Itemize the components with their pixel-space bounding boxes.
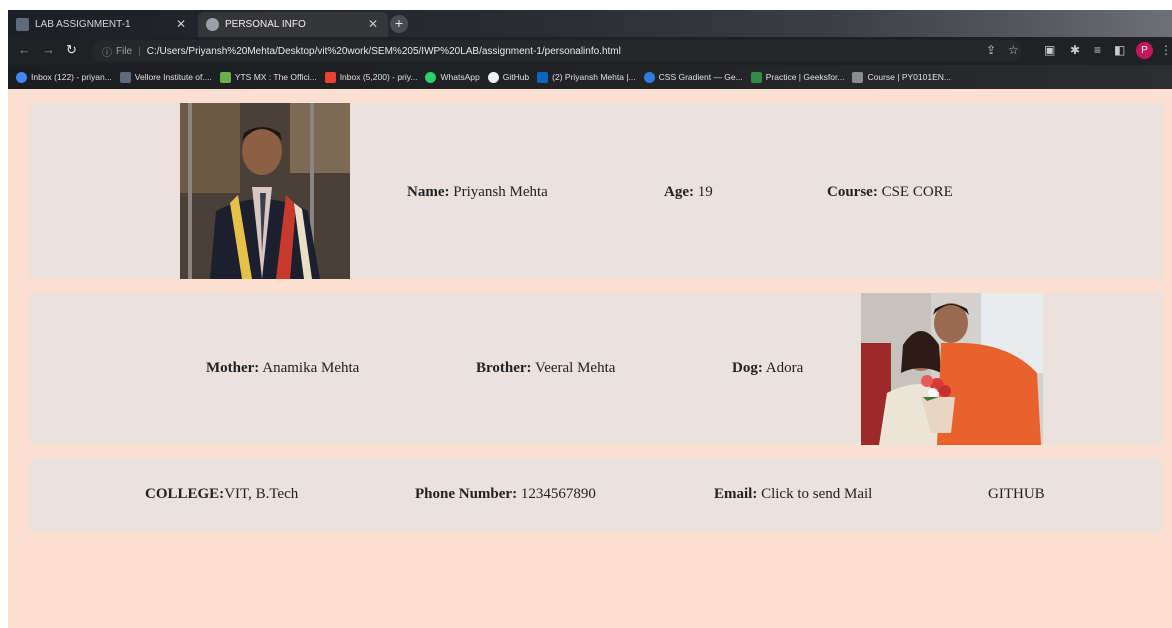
browser-toolbar: ← → ↻ ⓘ File | C:/Users/Priyansh%20Mehta…: [8, 37, 1172, 65]
bookmark-label: (2) Priyansh Mehta |...: [552, 72, 636, 82]
reload-icon[interactable]: ↻: [66, 42, 77, 58]
whatsapp-icon: [425, 71, 437, 83]
bookmark-item[interactable]: (2) Priyansh Mehta |...: [537, 71, 636, 83]
new-tab-button[interactable]: +: [390, 15, 408, 33]
bookmark-favicon-icon: [852, 71, 864, 83]
github-link[interactable]: GITHUB: [988, 486, 1045, 502]
page-content: Name: Priyansh Mehta Age: 19 Course: CSE…: [8, 89, 1172, 628]
bookmark-item[interactable]: YTS MX : The Offici...: [219, 71, 317, 83]
profile-avatar[interactable]: P: [1136, 42, 1153, 59]
bookmark-label: Inbox (5,200) - priy...: [339, 72, 418, 82]
profile-photo: [180, 103, 350, 279]
age-field: Age: 19: [664, 184, 713, 201]
bookmarks-bar: Inbox (122) - priyan... Vellore Institut…: [8, 65, 1172, 89]
name-label: Name:: [407, 184, 450, 200]
close-icon[interactable]: ✕: [176, 17, 186, 31]
mother-field: Mother: Anamika Mehta: [206, 360, 359, 377]
bookmark-item[interactable]: CSS Gradient — Ge...: [643, 71, 743, 83]
family-row: Mother: Anamika Mehta Brother: Veeral Me…: [30, 293, 1162, 445]
dog-label: Dog:: [732, 360, 763, 376]
phone-value: 1234567890: [520, 486, 596, 502]
tab-lab-assignment[interactable]: LAB ASSIGNMENT-1 ✕: [8, 12, 196, 37]
bookmark-label: Practice | Geeksfor...: [765, 72, 845, 82]
email-link[interactable]: Click to send Mail: [761, 486, 872, 502]
contact-row: COLLEGE:VIT, B.Tech Phone Number: 123456…: [30, 458, 1162, 532]
back-arrow-icon[interactable]: ←: [18, 42, 31, 57]
course-field: Course: CSE CORE: [827, 184, 953, 201]
page-favicon-icon: [16, 18, 29, 31]
info-icon[interactable]: ⓘ: [102, 44, 112, 59]
bookmark-star-icon[interactable]: ☆: [1008, 43, 1019, 57]
email-field: Email: Click to send Mail: [714, 486, 872, 503]
geeksforgeeks-icon: [750, 71, 762, 83]
brother-label: Brother:: [476, 360, 532, 376]
side-panel-icon[interactable]: ◧: [1114, 43, 1125, 57]
family-photo-illustration: [861, 293, 1043, 445]
profile-row: Name: Priyansh Mehta Age: 19 Course: CSE…: [30, 103, 1162, 279]
bookmark-item[interactable]: Inbox (5,200) - priy...: [324, 71, 418, 83]
mother-value: Anamika Mehta: [262, 360, 360, 376]
url-separator: |: [138, 45, 141, 57]
bookmark-label: Inbox (122) - priyan...: [31, 72, 112, 82]
bookmark-item[interactable]: Course | PY0101EN...: [852, 71, 951, 83]
extension-icon[interactable]: ▣: [1044, 43, 1055, 57]
forward-arrow-icon[interactable]: →: [42, 42, 55, 57]
phone-field: Phone Number: 1234567890: [415, 486, 596, 503]
linkedin-icon: [537, 71, 549, 83]
bookmark-item[interactable]: GitHub: [487, 71, 530, 83]
tab-bar: LAB ASSIGNMENT-1 ✕ PERSONAL INFO ✕ +: [8, 10, 1172, 37]
profile-photo-illustration: [180, 103, 350, 279]
email-label: Email:: [714, 486, 758, 502]
globe-icon: [206, 18, 219, 31]
github-icon: [487, 71, 499, 83]
brother-value: Veeral Mehta: [535, 360, 616, 376]
college-label: COLLEGE:: [145, 486, 225, 502]
course-label: Course:: [827, 184, 878, 200]
tab-personal-info[interactable]: PERSONAL INFO ✕: [198, 12, 388, 37]
age-value: 19: [697, 184, 713, 200]
bookmark-item[interactable]: WhatsApp: [425, 71, 480, 83]
address-bar[interactable]: ⓘ File | C:/Users/Priyansh%20Mehta/Deskt…: [92, 40, 1022, 62]
phone-label: Phone Number:: [415, 486, 518, 502]
age-label: Age:: [664, 184, 694, 200]
dog-value: Adora: [765, 360, 804, 376]
tab-label: PERSONAL INFO: [225, 19, 306, 30]
puzzle-icon[interactable]: ✱: [1070, 43, 1080, 57]
bookmark-label: CSS Gradient — Ge...: [658, 72, 743, 82]
share-icon[interactable]: ⇪: [986, 43, 996, 57]
bookmark-item[interactable]: Inbox (122) - priyan...: [16, 71, 112, 83]
reading-list-icon[interactable]: ≡: [1094, 43, 1101, 57]
name-field: Name: Priyansh Mehta: [407, 184, 548, 201]
name-value: Priyansh Mehta: [453, 184, 548, 200]
college-field: COLLEGE:VIT, B.Tech: [145, 486, 298, 503]
bookmark-favicon-icon: [643, 71, 655, 83]
bookmark-favicon-icon: [219, 71, 231, 83]
course-value: CSE CORE: [881, 184, 953, 200]
bookmark-favicon-icon: [16, 71, 27, 83]
dog-field: Dog: Adora: [732, 360, 803, 377]
college-value: VIT, B.Tech: [224, 486, 299, 502]
bookmark-item[interactable]: Vellore Institute of....: [119, 71, 212, 83]
bookmark-label: WhatsApp: [440, 72, 480, 82]
bookmark-label: YTS MX : The Offici...: [234, 72, 317, 82]
url-scheme: File: [116, 45, 133, 57]
brother-field: Brother: Veeral Mehta: [476, 360, 615, 377]
family-photo: [861, 293, 1043, 445]
github-field: GITHUB: [988, 486, 1045, 503]
bookmark-label: GitHub: [502, 72, 530, 82]
tab-label: LAB ASSIGNMENT-1: [35, 19, 131, 30]
url-text: C:/Users/Priyansh%20Mehta/Desktop/vit%20…: [146, 45, 621, 57]
bookmark-favicon-icon: [119, 71, 131, 83]
bookmark-label: Vellore Institute of....: [134, 72, 212, 82]
bookmark-item[interactable]: Practice | Geeksfor...: [750, 71, 845, 83]
gmail-icon: [324, 71, 336, 83]
close-icon[interactable]: ✕: [368, 17, 378, 31]
kebab-menu-icon[interactable]: ⋮: [1160, 43, 1172, 57]
bookmark-label: Course | PY0101EN...: [867, 72, 951, 82]
mother-label: Mother:: [206, 360, 260, 376]
